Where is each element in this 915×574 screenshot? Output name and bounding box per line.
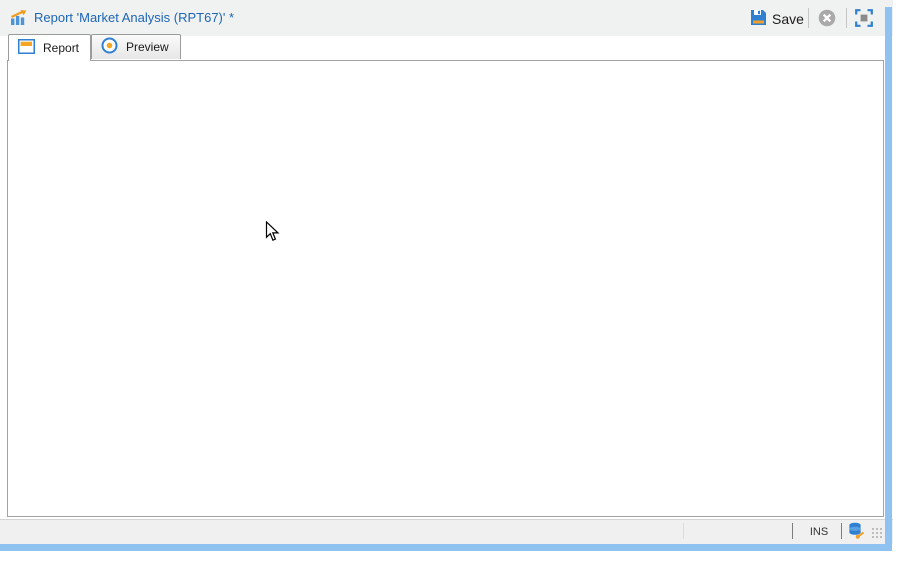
horizontal-scrollbar[interactable] <box>0 544 892 551</box>
save-button-label: Save <box>772 10 804 27</box>
close-icon[interactable] <box>818 9 836 30</box>
insert-mode-indicator: INS <box>809 526 829 538</box>
save-icon <box>750 9 767 29</box>
report-form-panel <box>7 60 884 517</box>
save-button[interactable]: Save <box>750 7 804 30</box>
report-tab-icon <box>18 39 35 57</box>
app-window: Report 'Market Analysis (RPT67)' * Save <box>0 0 915 574</box>
title-bar: Report 'Market Analysis (RPT67)' * Save <box>0 0 893 36</box>
statusbar-separator <box>841 523 842 539</box>
report-chart-icon <box>10 9 29 29</box>
toolbar-separator <box>846 8 847 28</box>
statusbar-separator <box>792 523 793 539</box>
database-connection-icon[interactable] <box>848 522 865 543</box>
mouse-cursor <box>265 220 280 246</box>
tab-preview-label: Preview <box>126 40 169 54</box>
tab-report-label: Report <box>43 41 80 55</box>
resize-grip[interactable] <box>872 528 884 540</box>
toolbar-separator <box>808 8 809 28</box>
eye-icon <box>101 37 118 57</box>
statusbar-separator <box>683 523 684 539</box>
page-title: Report 'Market Analysis (RPT67)' * <box>34 10 235 25</box>
status-bar <box>0 519 893 544</box>
tab-report[interactable]: Report <box>8 34 91 61</box>
tab-preview[interactable]: Preview <box>91 34 181 59</box>
fullscreen-icon[interactable] <box>855 9 873 30</box>
vertical-scrollbar[interactable] <box>885 7 892 551</box>
